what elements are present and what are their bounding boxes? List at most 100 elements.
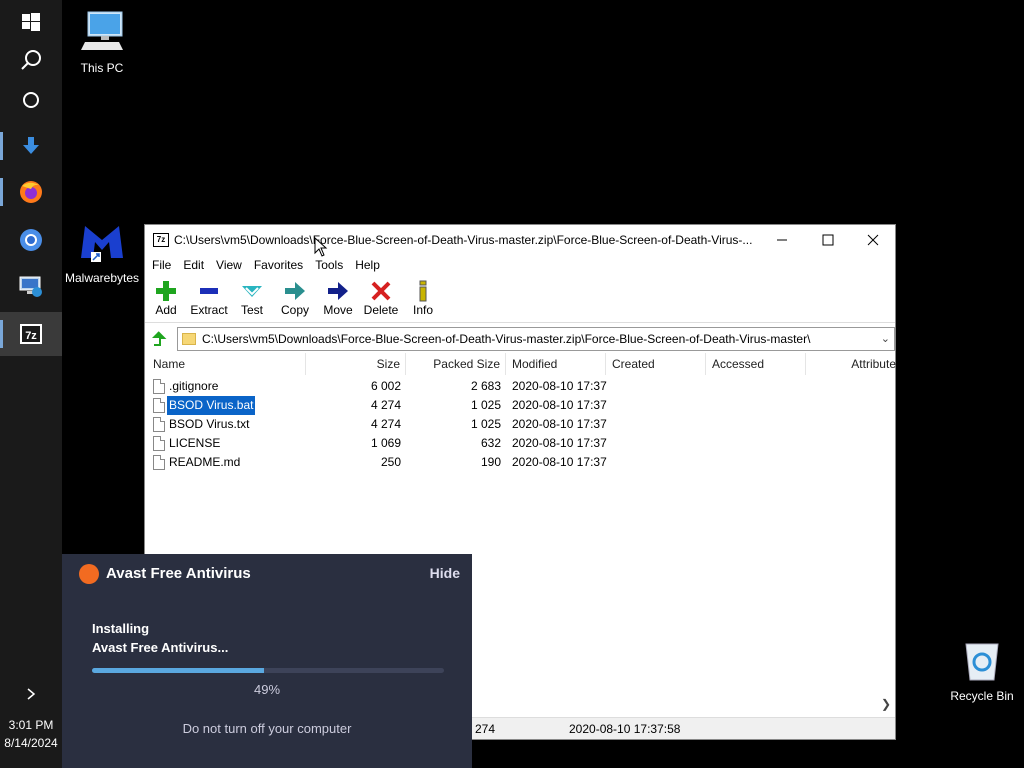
desktop-label: Malwarebytes [64, 271, 140, 285]
up-folder-icon[interactable] [149, 330, 167, 348]
column-attributes[interactable]: Attribute [806, 353, 896, 375]
download-arrow-icon [23, 137, 39, 154]
delete-button[interactable]: Delete [359, 279, 403, 317]
desktop-label: This PC [80, 61, 124, 75]
test-button[interactable]: Test [230, 279, 274, 317]
path-text: C:\Users\vm5\Downloads\Force-Blue-Screen… [202, 332, 811, 346]
menu-file[interactable]: File [152, 258, 171, 272]
info-button[interactable]: Info [401, 279, 445, 317]
text-file-icon [153, 417, 165, 432]
chevron-down-icon[interactable]: ⌄ [881, 332, 890, 345]
column-size[interactable]: Size [306, 353, 406, 375]
file-name: .gitignore [169, 379, 219, 393]
file-modified: 2020-08-10 17:37 [512, 417, 607, 431]
menu-help[interactable]: Help [355, 258, 380, 272]
file-icon [153, 455, 165, 470]
file-row[interactable]: README.md 250 190 2020-08-10 17:37 [145, 453, 895, 472]
file-packed-size: 632 [480, 436, 501, 450]
install-product: Avast Free Antivirus... [92, 640, 229, 655]
taskbar-remote-desktop[interactable] [0, 264, 62, 308]
minus-icon [200, 288, 218, 294]
file-row[interactable]: LICENSE 1 069 632 2020-08-10 17:37 [145, 434, 895, 453]
progress-fill [92, 668, 265, 673]
svg-text:7z: 7z [25, 330, 37, 342]
task-view-button[interactable] [0, 78, 62, 122]
progress-bar [92, 668, 444, 673]
search-button[interactable] [0, 38, 62, 82]
file-name: BSOD Virus.bat [167, 396, 256, 415]
clock-date: 8/14/2024 [4, 736, 58, 750]
file-row[interactable]: BSOD Virus.txt 4 274 1 025 2020-08-10 17… [145, 415, 895, 434]
copy-button[interactable]: Copy [273, 279, 317, 317]
move-button[interactable]: Move [316, 279, 360, 317]
arrow-right-icon [328, 282, 348, 300]
file-modified: 2020-08-10 17:37 [512, 436, 607, 450]
file-size: 250 [380, 455, 401, 469]
menu-tools[interactable]: Tools [315, 258, 343, 272]
taskbar-chrome[interactable] [0, 218, 62, 262]
file-name: BSOD Virus.txt [169, 417, 250, 431]
toolbar: Add Extract Test Copy Move Delete Info [145, 277, 895, 323]
desktop-icon-this-pc[interactable]: This PC [72, 10, 132, 75]
taskbar-downloads[interactable] [0, 124, 62, 168]
menu-bar: File Edit View Favorites Tools Help [145, 255, 895, 275]
avast-install-popup: Avast Free Antivirus Hide Installing Ava… [62, 554, 472, 768]
file-modified: 2020-08-10 17:37 [512, 455, 607, 469]
active-indicator [0, 178, 3, 206]
system-clock[interactable]: 3:01 PM 8/14/2024 [0, 716, 62, 752]
taskbar: 7z 3:01 PM 8/14/2024 [0, 0, 62, 768]
extract-button[interactable]: Extract [187, 279, 231, 317]
show-more-button[interactable] [0, 672, 62, 716]
desktop-icon-malwarebytes[interactable]: Malwarebytes [63, 218, 141, 285]
column-packed-size[interactable]: Packed Size [406, 353, 506, 375]
chevron-right-icon [27, 688, 36, 700]
column-accessed[interactable]: Accessed [706, 353, 806, 375]
taskbar-7zip[interactable]: 7z [0, 312, 62, 356]
file-packed-size: 1 025 [470, 398, 501, 412]
file-packed-size: 2 683 [470, 379, 501, 393]
power-warning: Do not turn off your computer [182, 721, 352, 736]
folder-icon [182, 333, 196, 345]
check-icon [242, 286, 262, 297]
test-label: Test [240, 303, 263, 317]
column-modified[interactable]: Modified [506, 353, 606, 375]
active-indicator [0, 320, 3, 348]
address-bar: C:\Users\vm5\Downloads\Force-Blue-Screen… [145, 327, 895, 351]
desktop: 7z 3:01 PM 8/14/2024 This PC Malwarebyte… [0, 0, 1024, 768]
path-field[interactable]: C:\Users\vm5\Downloads\Force-Blue-Screen… [177, 327, 895, 351]
file-icon [153, 436, 165, 451]
menu-favorites[interactable]: Favorites [254, 258, 303, 272]
menu-edit[interactable]: Edit [183, 258, 204, 272]
mouse-cursor-icon [314, 237, 328, 257]
menu-view[interactable]: View [216, 258, 242, 272]
column-created[interactable]: Created [606, 353, 706, 375]
file-modified: 2020-08-10 17:37 [512, 398, 607, 412]
file-modified: 2020-08-10 17:37 [512, 379, 607, 393]
file-name: LICENSE [169, 436, 221, 450]
maximize-button[interactable] [805, 225, 851, 255]
file-icon [153, 379, 165, 394]
hide-button[interactable]: Hide [430, 565, 460, 581]
file-size: 1 069 [370, 436, 401, 450]
plus-icon [156, 281, 176, 301]
file-row[interactable]: .gitignore 6 002 2 683 2020-08-10 17:37 [145, 377, 895, 396]
minimize-button[interactable] [759, 225, 805, 255]
desktop-icon-recycle-bin[interactable]: Recycle Bin [946, 638, 1018, 703]
add-button[interactable]: Add [144, 279, 188, 317]
active-indicator [0, 132, 3, 160]
file-name: README.md [169, 455, 241, 469]
close-button[interactable] [850, 225, 896, 255]
install-status: Installing [92, 621, 150, 636]
file-size: 4 274 [370, 417, 401, 431]
file-row-selected[interactable]: BSOD Virus.bat 4 274 1 025 2020-08-10 17… [145, 396, 895, 415]
7zip-app-icon: 7z [153, 233, 169, 247]
column-name[interactable]: Name [145, 353, 306, 375]
file-packed-size: 1 025 [470, 417, 501, 431]
title-bar[interactable]: 7z C:\Users\vm5\Downloads\Force-Blue-Scr… [145, 225, 895, 255]
7zip-icon: 7z [20, 324, 42, 344]
copy-label: Copy [280, 303, 309, 317]
scroll-right-icon[interactable]: ❯ [881, 697, 891, 711]
task-view-icon [23, 92, 39, 108]
file-size: 4 274 [370, 398, 401, 412]
taskbar-firefox[interactable] [0, 170, 62, 214]
